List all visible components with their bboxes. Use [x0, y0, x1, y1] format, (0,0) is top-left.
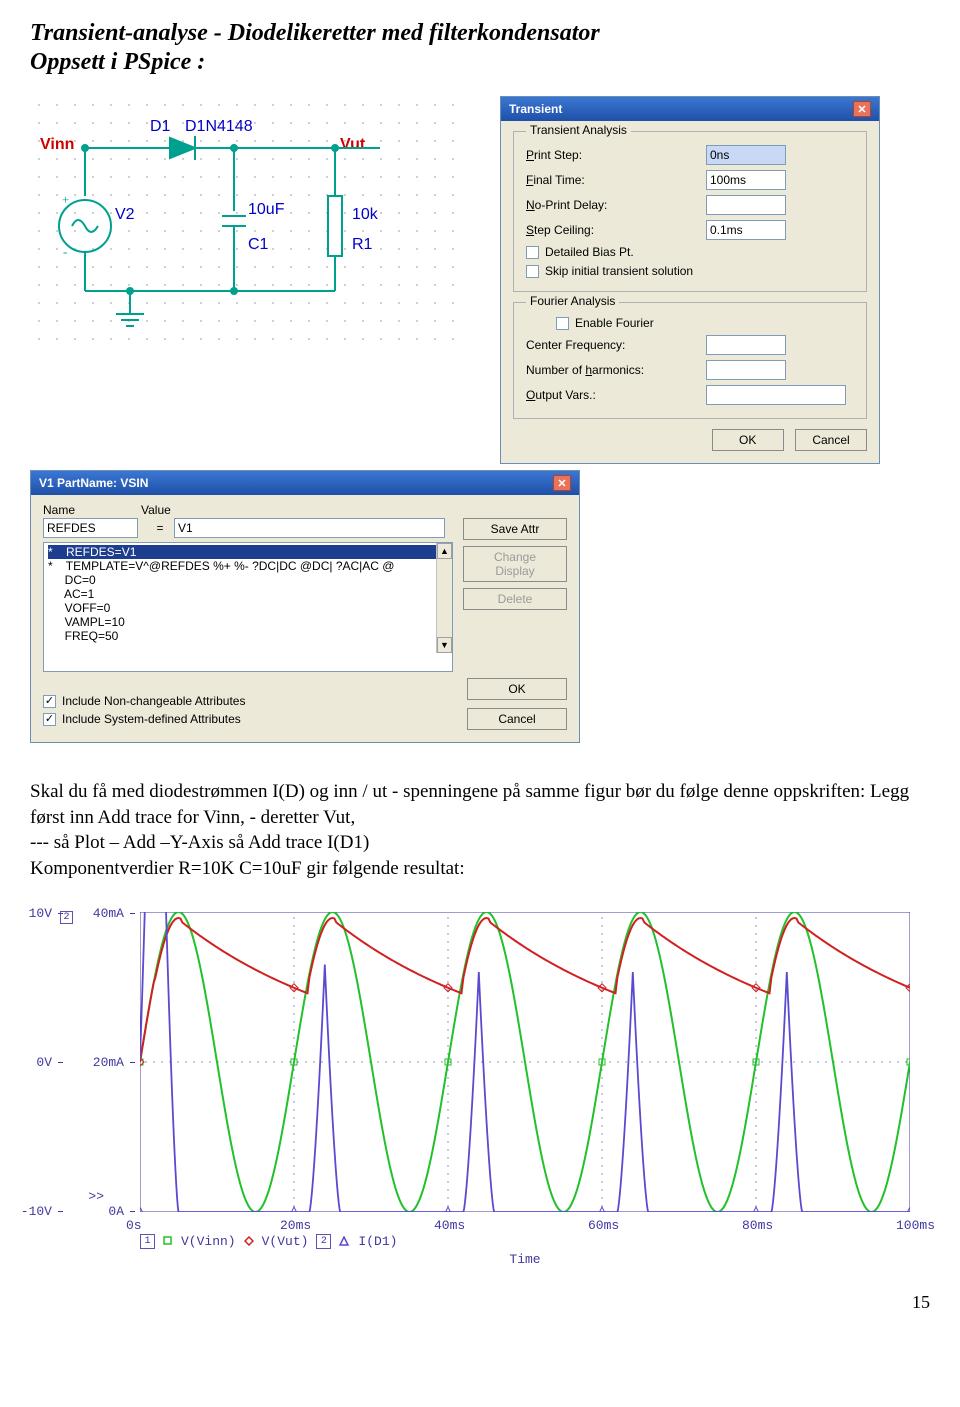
legend-axis1-badge: 1: [140, 1234, 155, 1249]
attr-value-input[interactable]: [174, 518, 445, 538]
page-title: Transient-analyse - Diodelikeretter med …: [30, 20, 930, 47]
x-axis-title: Time: [140, 1252, 910, 1267]
page-subtitle: Oppsett i PSpice :: [30, 49, 930, 76]
final-time-label: Final Time:: [526, 173, 706, 187]
center-freq-label: Center Frequency:: [526, 338, 706, 352]
include-nonchangeable-label: Include Non-changeable Attributes: [62, 694, 245, 708]
noprint-label: No-Print Delay:: [526, 198, 706, 212]
ok-button[interactable]: OK: [467, 678, 567, 700]
noprint-input[interactable]: [706, 195, 786, 215]
output-vars-label: Output Vars.:: [526, 388, 706, 402]
name-header: Name: [43, 503, 113, 517]
print-step-input[interactable]: [706, 145, 786, 165]
enable-fourier-checkbox[interactable]: [556, 317, 569, 330]
page-number: 15: [30, 1292, 930, 1313]
svg-text:-: -: [63, 244, 67, 259]
legend-vinn: V(Vinn): [181, 1234, 236, 1249]
save-attr-button[interactable]: Save Attr: [463, 518, 567, 540]
y2-tick-label: 20mA: [93, 1056, 124, 1069]
scrollbar[interactable]: ▲ ▼: [436, 543, 452, 653]
harmonics-input[interactable]: [706, 360, 786, 380]
enable-fourier-label: Enable Fourier: [575, 316, 654, 330]
equals-label: =: [152, 521, 168, 535]
include-nonchangeable-checkbox[interactable]: [43, 695, 56, 708]
y1-tick-label: -10V: [21, 1205, 52, 1218]
legend-vut: V(Vut): [262, 1234, 309, 1249]
include-system-checkbox[interactable]: [43, 713, 56, 726]
change-display-button[interactable]: Change Display: [463, 546, 567, 582]
final-time-input[interactable]: [706, 170, 786, 190]
delete-button[interactable]: Delete: [463, 588, 567, 610]
attr-name-input[interactable]: [43, 518, 138, 538]
step-ceiling-label: Step Ceiling:: [526, 223, 706, 237]
harmonics-label: Number of harmonics:: [526, 363, 706, 377]
step-ceiling-input[interactable]: [706, 220, 786, 240]
close-icon[interactable]: ✕: [853, 101, 871, 117]
detailed-bias-label: Detailed Bias Pt.: [545, 245, 634, 259]
center-freq-input[interactable]: [706, 335, 786, 355]
scroll-down-icon[interactable]: ▼: [437, 637, 452, 653]
y1-tick-label: 10V: [29, 907, 52, 920]
chart-legend: 1 V(Vinn) V(Vut) 2 I(D1): [140, 1234, 397, 1249]
print-step-label: Print Step:: [526, 148, 706, 162]
body-paragraph: Skal du få med diodestrømmen I(D) og inn…: [30, 779, 930, 882]
group-legend: Transient Analysis: [526, 123, 631, 137]
fourier-analysis-group: Fourier Analysis Enable Fourier Center F…: [513, 302, 867, 419]
skip-initial-label: Skip initial transient solution: [545, 264, 693, 278]
include-system-label: Include System-defined Attributes: [62, 712, 241, 726]
attributes-listbox[interactable]: * REFDES=V1* TEMPLATE=V^@REFDES %+ %- ?D…: [43, 542, 453, 672]
legend-id1: I(D1): [358, 1234, 397, 1249]
dialog-title-text: Transient: [509, 102, 562, 116]
ok-button[interactable]: OK: [712, 429, 784, 451]
transient-dialog: Transient ✕ Transient Analysis Print Ste…: [500, 96, 880, 464]
output-vars-input[interactable]: [706, 385, 846, 405]
close-icon[interactable]: ✕: [553, 475, 571, 491]
dialog-title-text: V1 PartName: VSIN: [39, 476, 148, 490]
y2-tick-label: 40mA: [93, 907, 124, 920]
dialog-titlebar: V1 PartName: VSIN ✕: [31, 471, 579, 495]
y1-tick-label: 0V: [36, 1056, 52, 1069]
transient-analysis-group: Transient Analysis Print Step: Final Tim…: [513, 131, 867, 292]
partname-dialog: V1 PartName: VSIN ✕ Name Value = * REFDE…: [30, 470, 580, 743]
value-header: Value: [141, 503, 171, 517]
legend-axis2-badge: 2: [316, 1234, 331, 1249]
group-legend: Fourier Analysis: [526, 294, 619, 308]
skip-initial-checkbox[interactable]: [526, 265, 539, 278]
scroll-up-icon[interactable]: ▲: [437, 543, 452, 559]
y2-tick-label: 0A: [108, 1205, 124, 1218]
simulation-chart: 10V 0V -10V 2 40mA 20mA >> 0A 0s20ms40ms…: [30, 912, 930, 1272]
dialog-titlebar: Transient ✕: [501, 97, 879, 121]
schematic-diagram: Vinn D1 D1N4148 Vut V2 10uF C1 10k R1: [30, 96, 470, 356]
y2-axis: 40mA 20mA >> 0A: [84, 912, 130, 1212]
detailed-bias-checkbox[interactable]: [526, 246, 539, 259]
y1-axis: 10V 0V -10V: [30, 912, 58, 1212]
svg-text:+: +: [62, 192, 69, 207]
cancel-button[interactable]: Cancel: [467, 708, 567, 730]
cancel-button[interactable]: Cancel: [795, 429, 867, 451]
axis-2-badge: 2: [60, 911, 73, 924]
y2-origin-marker: >>: [88, 1190, 104, 1203]
